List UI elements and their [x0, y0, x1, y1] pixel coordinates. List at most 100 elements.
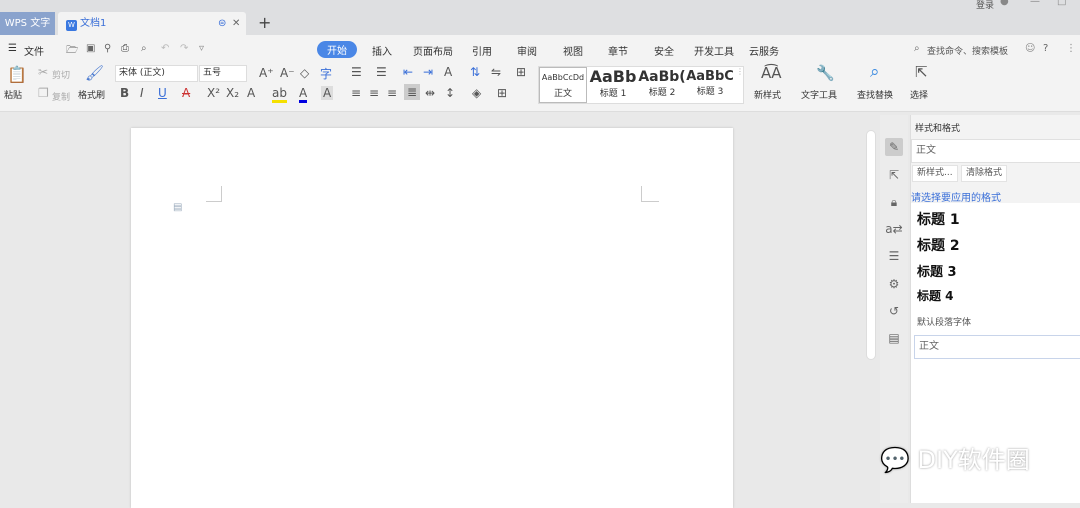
highlight-button[interactable]: ab	[272, 86, 287, 103]
select-pointer-icon[interactable]: ⇱	[885, 166, 903, 184]
style-list-item[interactable]: 标题 3	[917, 261, 957, 280]
phonetic-icon[interactable]: 字	[320, 65, 332, 82]
style-normal[interactable]: AaBbCcDd 正文	[539, 67, 587, 103]
tab-references[interactable]: 引用	[472, 43, 492, 58]
table-layout-icon[interactable]: ⊞	[516, 65, 526, 79]
tab-review[interactable]: 审阅	[517, 43, 537, 58]
open-icon[interactable]: 🗁	[66, 43, 78, 60]
tab-developer[interactable]: 开发工具	[694, 43, 734, 58]
style-heading-1[interactable]: AaBb 标题 1	[588, 67, 638, 103]
justify-button[interactable]: ≣	[404, 84, 421, 100]
gallery-scroll[interactable]: ⋮	[736, 67, 744, 76]
clear-format-icon[interactable]: ◇	[300, 66, 309, 80]
text-direction-icon[interactable]: A	[444, 65, 452, 79]
underline-button[interactable]: U	[158, 86, 167, 100]
cut-button[interactable]: 剪切	[52, 68, 70, 81]
numbering-icon[interactable]: ☰	[376, 65, 387, 79]
borders-button[interactable]: ⊞	[497, 86, 507, 100]
tab-wps-home[interactable]: WPS 文字	[0, 12, 55, 35]
superscript-button[interactable]: X²	[207, 86, 220, 100]
paste-button[interactable]: 粘贴	[4, 88, 22, 101]
backup-icon[interactable]: ▤	[885, 329, 903, 347]
style-pen-icon[interactable]: ✎	[885, 138, 903, 156]
redo-icon[interactable]: ↷	[180, 43, 188, 54]
shrink-font-icon[interactable]: A⁻	[280, 66, 295, 80]
sort-icon[interactable]: ⇅	[470, 65, 480, 79]
tab-chapter[interactable]: 章节	[608, 43, 628, 58]
select-button[interactable]: 选择	[910, 88, 928, 101]
style-preview: AaBbCcDd	[541, 73, 585, 82]
copy-button[interactable]: 复制	[52, 90, 70, 103]
font-family-select[interactable]: 宋体 (正文)	[115, 65, 198, 82]
text-effect-button[interactable]: A	[247, 86, 255, 100]
outline-icon[interactable]: ☰	[885, 247, 903, 265]
minimize-button[interactable]: —	[1030, 0, 1040, 7]
feedback-icon[interactable]: ☺	[1025, 43, 1035, 54]
distribute-button[interactable]: ⇹	[425, 86, 435, 100]
style-list-item[interactable]: 标题 2	[917, 235, 960, 255]
clear-format-button[interactable]: 清除格式	[961, 165, 1008, 182]
font-color-button[interactable]: A	[299, 86, 308, 103]
translate-icon[interactable]: a⇄	[885, 220, 903, 238]
more-icon[interactable]: ⋮	[1066, 43, 1076, 54]
undo-icon[interactable]: ↶	[161, 43, 169, 54]
shading-button[interactable]: ◈	[472, 86, 481, 100]
bold-button[interactable]: B	[120, 86, 129, 100]
tab-home[interactable]: 开始	[317, 41, 357, 58]
login-button[interactable]: 登录	[976, 0, 994, 11]
search-doc-icon[interactable]: ⚲	[104, 43, 111, 54]
font-size-select[interactable]: 五号	[199, 65, 247, 82]
format-painter-button[interactable]: 格式刷	[78, 88, 105, 101]
increase-indent-icon[interactable]: ⇥	[423, 65, 433, 79]
tab-document[interactable]: W 文档1 ⊜ ✕	[58, 12, 246, 35]
style-heading-2[interactable]: AaBb( 标题 2	[638, 67, 686, 103]
style-list-item[interactable]: 默认段落字体	[917, 315, 971, 328]
new-style-button[interactable]: 新样式	[754, 88, 781, 101]
print-preview-icon[interactable]: ⌕	[141, 43, 147, 54]
vertical-scrollbar[interactable]	[866, 130, 876, 360]
help-icon[interactable]: ?	[1043, 43, 1048, 54]
tab-page-layout[interactable]: 页面布局	[413, 43, 453, 58]
align-center-button[interactable]: ≡	[369, 86, 379, 100]
maximize-button[interactable]: □	[1057, 0, 1066, 7]
style-list-item[interactable]: 标题 1	[917, 209, 960, 229]
find-replace-button[interactable]: 查找替换	[857, 88, 893, 101]
document-page[interactable]: ▤	[131, 128, 733, 508]
new-tab-button[interactable]: +	[258, 13, 271, 32]
current-style-field[interactable]: 正文	[911, 139, 1080, 163]
history-icon[interactable]: ↺	[885, 302, 903, 320]
align-left-button[interactable]: ≡	[351, 86, 361, 100]
grow-font-icon[interactable]: A⁺	[259, 66, 274, 80]
settings-sliders-icon[interactable]: ⚙	[885, 275, 903, 293]
hamburger-icon[interactable]: ☰	[8, 43, 17, 54]
style-heading-3[interactable]: AaBbC 标题 3	[686, 67, 734, 103]
line-break-icon[interactable]: ⇋	[491, 65, 501, 79]
text-tools-button[interactable]: 文字工具	[801, 88, 837, 101]
new-style-button-panel[interactable]: 新样式...	[912, 165, 958, 182]
paragraph-handle-icon[interactable]: ▤	[173, 202, 182, 213]
strikethrough-button[interactable]: A	[182, 86, 190, 100]
close-tab-icon[interactable]: ✕	[232, 12, 240, 35]
print-icon[interactable]: ⎙	[121, 43, 129, 54]
italic-button[interactable]: I	[140, 86, 144, 100]
style-list-item[interactable]: 标题 4	[917, 287, 954, 304]
customize-icon[interactable]: ▿	[199, 43, 204, 54]
tab-cloud[interactable]: 云服务	[749, 43, 779, 58]
tab-view[interactable]: 视图	[563, 43, 583, 58]
wechat-icon: 💬	[880, 446, 910, 474]
lock-icon[interactable]: 🔒︎	[885, 193, 903, 211]
command-search[interactable]: 查找命令、搜索模板	[927, 44, 1008, 57]
file-menu[interactable]: 文件	[24, 43, 44, 58]
bullets-icon[interactable]: ☰	[351, 65, 362, 79]
char-shading-button[interactable]: A	[321, 86, 334, 100]
show-style-select[interactable]: 正文	[914, 335, 1080, 359]
tab-security[interactable]: 安全	[654, 43, 674, 58]
line-spacing-button[interactable]: ↕	[445, 86, 455, 100]
subscript-button[interactable]: X₂	[226, 86, 239, 100]
align-right-button[interactable]: ≡	[387, 86, 397, 100]
decrease-indent-icon[interactable]: ⇤	[403, 65, 413, 79]
new-style-icon: A͡A	[761, 64, 782, 82]
tab-insert[interactable]: 插入	[372, 43, 392, 58]
save-icon[interactable]: ▣	[86, 43, 95, 54]
paste-icon[interactable]: 📋	[7, 65, 27, 84]
